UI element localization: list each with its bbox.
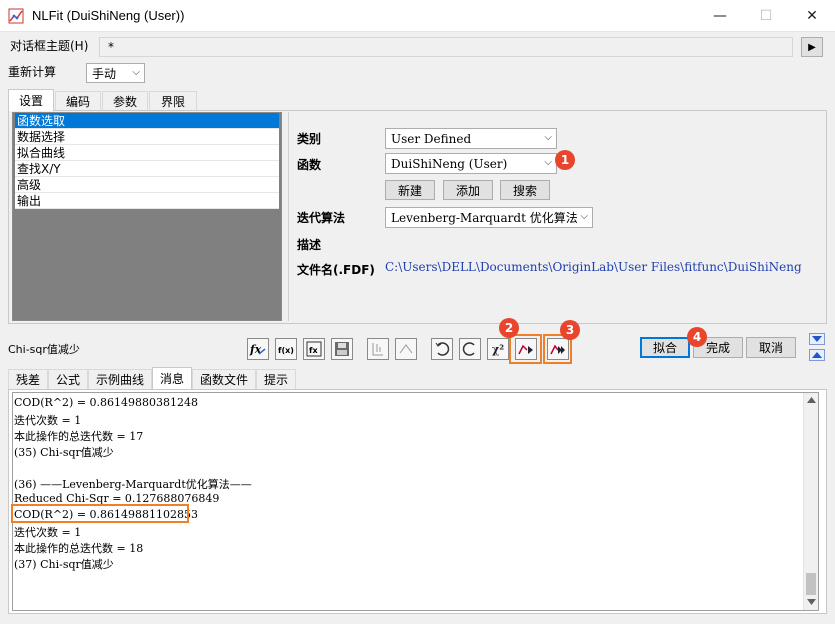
algorithm-label: 迭代算法	[297, 211, 346, 225]
tab-parameters[interactable]: 参数	[102, 91, 148, 111]
message-line: (37) Chi-sqr值减少	[14, 558, 114, 571]
tab-messages[interactable]: 消息	[152, 367, 192, 389]
tree-item-fit-curve[interactable]: 拟合曲线	[15, 145, 279, 161]
fit-function-editor-icon[interactable]: fx	[303, 338, 325, 360]
chevron-down-icon: ⌵	[580, 211, 588, 222]
tree-item-function-select[interactable]: 函数选取	[15, 113, 279, 129]
tab-function-file[interactable]: 函数文件	[192, 369, 256, 389]
window-title: NLFit (DuiShiNeng (User))	[32, 8, 185, 23]
message-line: 迭代次数 = 1	[14, 414, 82, 427]
category-select[interactable]: User Defined ⌵	[385, 128, 557, 149]
tab-code[interactable]: 编码	[55, 91, 101, 111]
title-bar: NLFit (DuiShiNeng (User)) — ☐ ✕	[0, 0, 835, 32]
collapse-down-button[interactable]	[809, 333, 825, 345]
message-line: (36) ——Levenberg-Marquardt优化算法——	[14, 478, 252, 491]
fx-function-icon[interactable]: fx	[247, 338, 269, 360]
message-line: (35) Chi-sqr值减少	[14, 446, 114, 459]
recalc-value: 手动	[92, 66, 117, 81]
message-line: 迭代次数 = 1	[14, 526, 82, 539]
badge-3: 3	[560, 320, 580, 340]
highlight-cod-result	[11, 504, 189, 523]
new-button[interactable]: 新建	[385, 180, 435, 200]
message-line: COD(R^2) = 0.86149880381248	[14, 396, 199, 409]
scrollbar-thumb[interactable]	[806, 573, 816, 595]
app-icon	[8, 8, 24, 24]
algorithm-value: Levenberg-Marquardt 优化算法	[391, 211, 578, 225]
tab-formula[interactable]: 公式	[48, 369, 88, 389]
badge-2: 2	[499, 318, 519, 338]
unlock-params-icon[interactable]	[395, 338, 417, 360]
tab-bounds[interactable]: 界限	[149, 91, 197, 111]
dialog-theme-arrow-button[interactable]: ▶	[801, 37, 823, 57]
dialog-theme-field[interactable]: *	[99, 37, 793, 57]
tab-settings[interactable]: 设置	[8, 89, 54, 111]
save-icon[interactable]	[331, 338, 353, 360]
parameter-init-icon[interactable]: f(x)	[275, 338, 297, 360]
recalc-select[interactable]: 手动 ⌵	[86, 63, 145, 83]
tab-residuals[interactable]: 残差	[8, 369, 48, 389]
recalc-label: 重新计算	[8, 65, 57, 79]
tree-item-find-xy[interactable]: 查找X/Y	[15, 161, 279, 177]
badge-4: 4	[687, 327, 707, 347]
minimize-button[interactable]: —	[697, 0, 743, 32]
chevron-down-icon: ⌵	[544, 157, 552, 168]
chevron-down-icon	[812, 336, 822, 342]
chevron-down-icon: ⌵	[132, 67, 140, 78]
tree-item-advanced[interactable]: 高级	[15, 177, 279, 193]
function-value: DuiShiNeng (User)	[391, 156, 508, 171]
cancel-button[interactable]: 取消	[746, 337, 796, 358]
tab-hints[interactable]: 提示	[256, 369, 296, 389]
file-name-label: 文件名(.FDF)	[297, 263, 375, 277]
message-scrollbar[interactable]	[803, 393, 818, 610]
tree-item-output[interactable]: 输出	[15, 193, 279, 209]
tree-list: 函数选取 数据选择 拟合曲线 查找X/Y 高级 输出	[12, 112, 282, 321]
add-button[interactable]: 添加	[443, 180, 493, 200]
scroll-down-icon[interactable]	[807, 599, 816, 605]
algorithm-select[interactable]: Levenberg-Marquardt 优化算法 ⌵	[385, 207, 593, 228]
description-label: 描述	[297, 238, 322, 252]
function-label: 函数	[297, 158, 322, 172]
category-value: User Defined	[391, 131, 472, 146]
function-form: 类别 User Defined ⌵ 函数 DuiShiNeng (User) ⌵…	[288, 112, 824, 321]
tab-sample-curve[interactable]: 示例曲线	[88, 369, 152, 389]
maximize-button[interactable]: ☐	[743, 0, 789, 32]
tree-item-data-select[interactable]: 数据选择	[15, 129, 279, 145]
expand-up-button[interactable]	[809, 349, 825, 361]
chevron-down-icon: ⌵	[544, 132, 552, 143]
function-select[interactable]: DuiShiNeng (User) ⌵	[385, 153, 557, 174]
file-path-text: C:\Users\DELL\Documents\OriginLab\User F…	[385, 260, 802, 274]
reset-icon[interactable]	[459, 338, 481, 360]
scroll-up-icon[interactable]	[807, 397, 816, 403]
chi-square-icon[interactable]: χ²	[487, 338, 509, 360]
fit-button[interactable]: 拟合	[640, 337, 690, 358]
svg-text:f(x): f(x)	[278, 346, 294, 355]
close-button[interactable]: ✕	[789, 0, 835, 32]
category-label: 类别	[297, 132, 322, 146]
message-line: 本此操作的总迭代数 = 18	[14, 542, 144, 555]
chevron-up-icon	[812, 352, 822, 358]
dialog-theme-label: 对话框主题(H)	[10, 39, 89, 53]
highlight-one-iteration	[509, 334, 542, 364]
undo-icon[interactable]	[431, 338, 453, 360]
badge-1: 1	[555, 150, 575, 170]
lock-params-icon[interactable]	[367, 338, 389, 360]
status-text: Chi-sqr值减少	[8, 343, 80, 356]
message-line: 本此操作的总迭代数 = 17	[14, 430, 144, 443]
search-button[interactable]: 搜索	[500, 180, 550, 200]
svg-text:fx: fx	[309, 346, 318, 355]
